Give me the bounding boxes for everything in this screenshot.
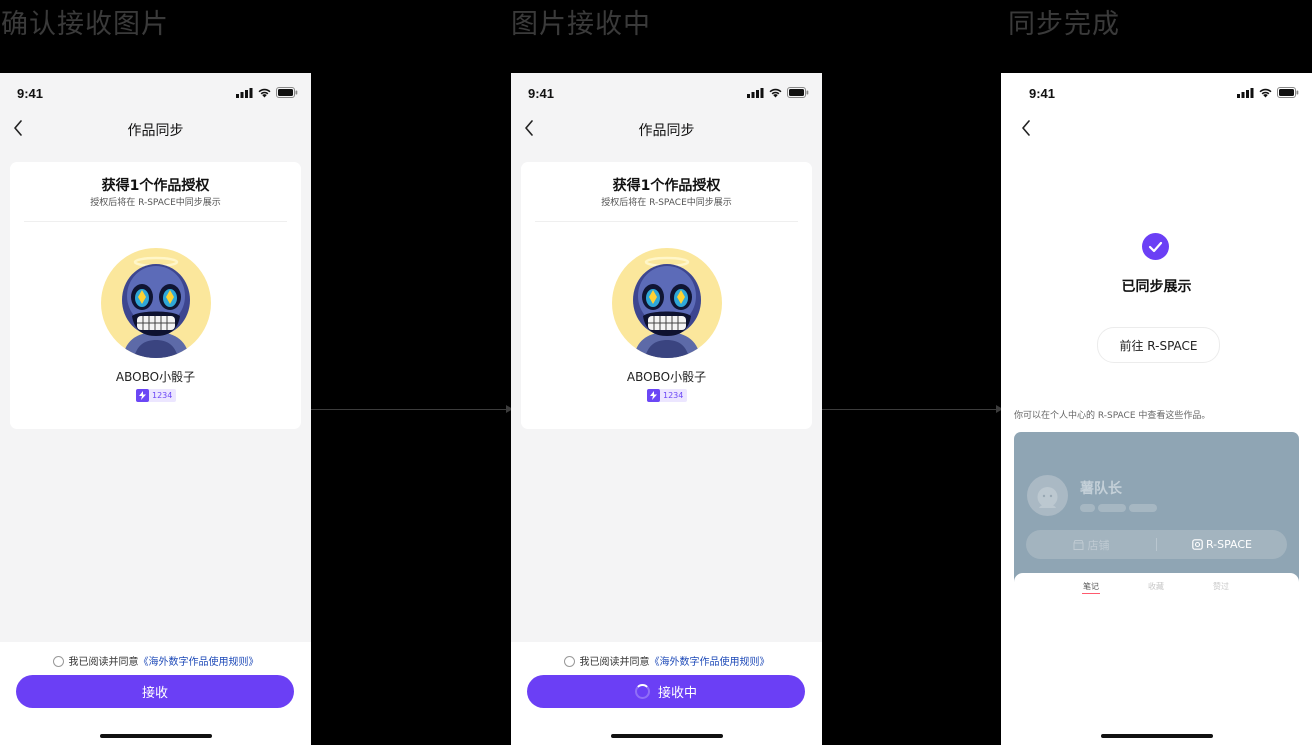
status-bar: 9:41 [0,73,311,113]
card-subtitle: 授权后将在 R-SPACE中同步展示 [90,198,221,208]
avatar [1027,475,1068,516]
status-bar: 9:41 [511,73,822,113]
agreement-row: 我已阅读并同意《海外数字作品使用规则》 [511,653,822,668]
wifi-icon [1259,88,1272,98]
rules-link[interactable]: 《海外数字作品使用规则》 [139,657,259,668]
signal-icon [1237,87,1254,98]
artwork-image [101,248,211,358]
phone-screen-receiving: 9:41 作品同步 获得1个作品授权 授权后将在 R-SPACE中同步展示 AB… [511,73,822,745]
authorization-card: 获得1个作品授权 授权后将在 R-SPACE中同步展示 ABOBO小骰子 123… [521,162,812,429]
status-time: 9:41 [528,86,555,101]
step2-title: 图片接收中 [511,9,651,40]
nav-bar: 作品同步 [511,113,822,143]
divider [24,221,287,222]
phone-screen-confirm: 9:41 作品同步 获得1个作品授权 授权后将在 R-SPACE中同步展示 AB… [0,73,311,745]
signal-icon [747,87,764,98]
tab-liked: 赞过 [1213,582,1229,591]
battery-icon [787,87,809,98]
status-bar: 9:41 [1001,73,1312,113]
artwork-number-badge: 1234 [647,389,688,402]
card-subtitle: 授权后将在 R-SPACE中同步展示 [601,198,732,208]
receiving-button[interactable]: 接收中 [527,675,805,708]
divider [535,221,798,222]
active-tab-underline [1082,593,1100,594]
artwork-name: ABOBO小骰子 [115,370,196,384]
lightning-icon [136,389,149,402]
preview-tabs: 笔记 收藏 赞过 [1014,573,1299,613]
receive-button-label: 接收 [141,686,168,701]
bottom-action-panel: 我已阅读并同意《海外数字作品使用规则》 接收 [0,642,311,745]
flow-connector-arrow [311,405,513,413]
receiving-button-label: 接收中 [657,686,697,701]
preview-tag [1080,504,1095,512]
agree-radio[interactable] [563,656,575,667]
artwork-number: 1234 [663,391,684,400]
preview-rspace-label: R-SPACE [1205,538,1253,551]
artwork-number: 1234 [152,391,173,400]
shop-icon [1073,539,1083,550]
nav-bar [1001,113,1312,143]
home-indicator [1100,734,1213,738]
receive-button[interactable]: 接收 [16,675,294,708]
status-time: 9:41 [17,86,44,101]
sync-done-title: 已同步展示 [1121,279,1192,295]
step1-title: 确认接收图片 [1,9,169,40]
wifi-icon [769,88,782,98]
artwork-name: ABOBO小骰子 [626,370,707,384]
signal-icon [236,87,253,98]
preview-tag [1129,504,1157,512]
profile-preview: 薯队长 店铺 R-SPACE 笔记 收藏 赞过 [1014,432,1299,745]
artwork-image [612,248,722,358]
battery-icon [1277,87,1299,98]
rules-link[interactable]: 《海外数字作品使用规则》 [650,657,770,668]
flow-connector-arrow [822,405,1003,413]
preview-action-bar: 店铺 R-SPACE [1026,530,1287,559]
preview-shop-label: 店铺 [1087,538,1110,552]
nav-bar: 作品同步 [0,113,311,143]
agree-text: 我已阅读并同意 [68,657,139,668]
authorization-card: 获得1个作品授权 授权后将在 R-SPACE中同步展示 ABOBO小骰子 123… [10,162,301,429]
back-icon[interactable] [1007,113,1033,141]
lightning-icon [647,389,660,402]
preview-tag [1098,504,1126,512]
agree-radio[interactable] [52,656,64,667]
preview-rspace-button: R-SPACE [1157,530,1287,559]
agree-text: 我已阅读并同意 [579,657,650,668]
rspace-icon [1192,539,1203,550]
battery-icon [276,87,298,98]
agreement-row: 我已阅读并同意《海外数字作品使用规则》 [0,653,311,668]
card-title: 获得1个作品授权 [612,178,721,194]
loading-spinner-icon [634,684,650,699]
card-title: 获得1个作品授权 [101,178,210,194]
home-indicator [610,734,723,738]
wifi-icon [258,88,271,98]
artwork-number-badge: 1234 [136,389,177,402]
hint-text: 你可以在个人中心的 R-SPACE 中查看这些作品。 [1014,411,1211,421]
phone-screen-done: 9:41 已同步展示 前往 R-SPACE 你可以在个人中心的 R-SPACE … [1001,73,1312,745]
home-indicator [99,734,212,738]
preview-profile-name: 薯队长 [1080,481,1122,497]
page-title: 作品同步 [638,123,695,139]
page-title: 作品同步 [127,123,184,139]
step3-title: 同步完成 [1008,9,1120,40]
status-time: 9:41 [1029,86,1056,101]
preview-shop-button: 店铺 [1026,530,1156,559]
success-check-icon [1142,233,1169,260]
tab-notes: 笔记 [1083,582,1099,591]
tab-favorites: 收藏 [1148,582,1164,591]
bottom-action-panel: 我已阅读并同意《海外数字作品使用规则》 接收中 [511,642,822,745]
goto-rspace-button[interactable]: 前往 R-SPACE [1097,327,1220,363]
